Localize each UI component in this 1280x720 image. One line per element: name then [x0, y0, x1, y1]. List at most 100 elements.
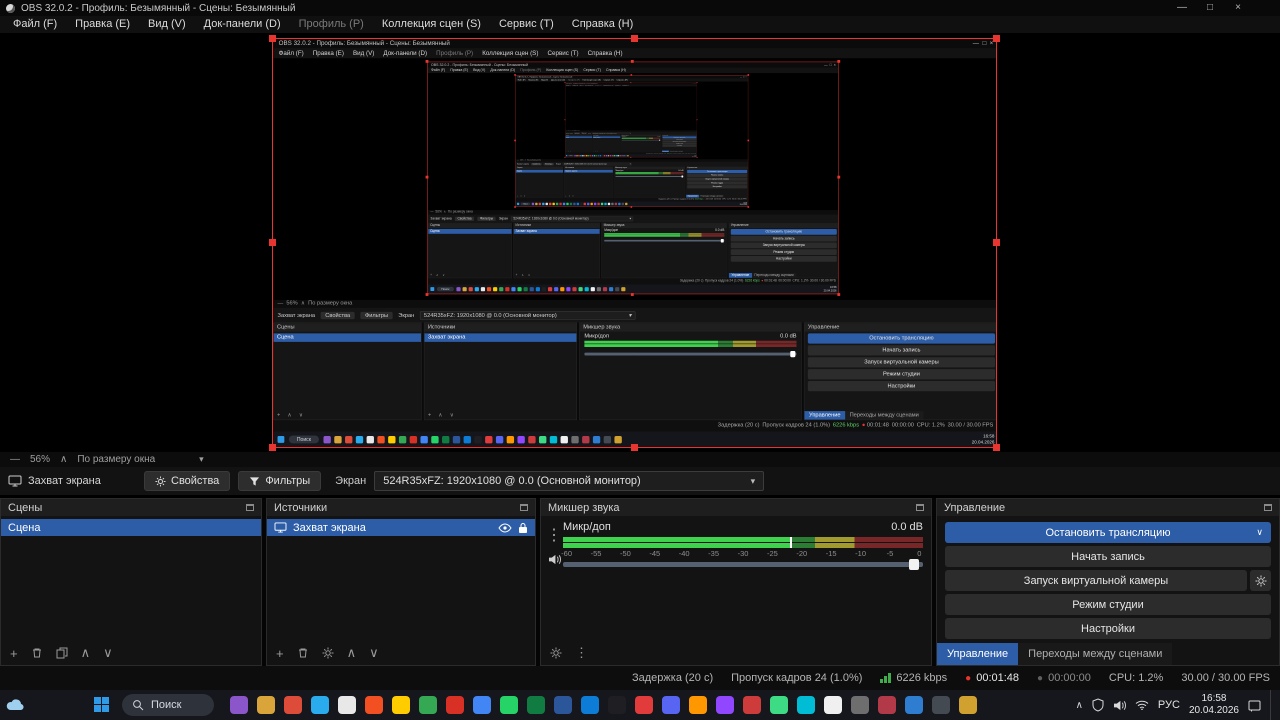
tray-overflow-chevron-icon[interactable]: ∧ — [1076, 700, 1083, 711]
add-scene-button[interactable]: + — [10, 646, 18, 661]
taskbar-app-icon[interactable] — [473, 696, 491, 714]
mixer-dock-header[interactable]: Микшер звука — [541, 499, 931, 516]
menu-tools[interactable]: Сервис (T) — [490, 16, 563, 33]
minimize-button[interactable]: — — [1168, 0, 1196, 16]
capture-region[interactable]: OBS 32.0.2 - Профиль: Безымянный - Сцены… — [427, 62, 838, 295]
dock-popup-icon[interactable] — [246, 504, 254, 511]
taskbar-app-icon[interactable] — [905, 696, 923, 714]
zoom-fit-label[interactable]: По размеру окна — [77, 454, 155, 465]
taskbar-app-icon[interactable] — [311, 696, 329, 714]
chevron-down-icon[interactable]: ∨ — [1256, 527, 1263, 538]
dock-popup-icon[interactable] — [1264, 504, 1272, 511]
move-scene-up-button[interactable]: ∧ — [81, 645, 91, 661]
menu-edit[interactable]: Правка (E) — [66, 16, 139, 33]
remove-source-button[interactable] — [297, 647, 309, 659]
duplicate-scene-button[interactable] — [56, 647, 68, 659]
menu-profile[interactable]: Профиль (P) — [290, 16, 373, 33]
settings-button[interactable]: Настройки — [945, 618, 1271, 639]
menu-scene-collection[interactable]: Коллекция сцен (S) — [373, 16, 490, 33]
zoom-chevron-icon[interactable]: ∧ — [60, 454, 67, 465]
screen-select[interactable]: 524R35xFZ: 1920x1080 @ 0.0 (Основной мон… — [374, 471, 764, 491]
menu-file[interactable]: Файл (F) — [4, 16, 66, 33]
lock-icon[interactable] — [518, 522, 528, 534]
taskbar-app-icon[interactable] — [554, 696, 572, 714]
taskbar-app-icon[interactable] — [527, 696, 545, 714]
remove-scene-button[interactable] — [31, 647, 43, 659]
move-source-down-button[interactable]: ∨ — [369, 645, 379, 661]
resize-handle[interactable] — [993, 444, 1000, 451]
resize-handle[interactable] — [631, 444, 638, 451]
taskbar-clock[interactable]: 16:58 20.04.2026 — [1189, 693, 1239, 718]
maximize-button[interactable]: □ — [1196, 0, 1224, 16]
studio-mode-button[interactable]: Режим студии — [945, 594, 1271, 615]
capture-region[interactable]: OBS 32.0.2 - Профиль: Безымянный - Сцены… — [272, 38, 997, 448]
wifi-icon[interactable] — [1135, 700, 1149, 710]
volume-icon[interactable] — [1113, 700, 1126, 711]
properties-button[interactable]: Свойства — [144, 471, 230, 491]
channel-menu-icon[interactable]: ⋮ — [546, 525, 562, 545]
capture-region[interactable]: OBS 32.0.2 - Профиль: Безымянный - Сцены… — [515, 75, 748, 207]
weather-widget-icon[interactable] — [6, 699, 24, 711]
sources-dock-header[interactable]: Источники — [267, 499, 535, 516]
taskbar-app-icon[interactable] — [959, 696, 977, 714]
dock-popup-icon[interactable] — [520, 504, 528, 511]
menu-docks[interactable]: Док-панели (D) — [195, 16, 290, 33]
taskbar-app-icon[interactable] — [851, 696, 869, 714]
add-source-button[interactable]: + — [276, 646, 284, 661]
volume-slider[interactable] — [563, 562, 923, 567]
advanced-audio-gear-icon[interactable] — [550, 647, 562, 659]
taskbar-app-icon[interactable] — [365, 696, 383, 714]
taskbar-app-icon[interactable] — [932, 696, 950, 714]
tab-scene-transitions[interactable]: Переходы между сценами — [1018, 643, 1172, 665]
volume-slider-handle[interactable] — [909, 559, 919, 570]
taskbar-app-icon[interactable] — [257, 696, 275, 714]
taskbar-app-icon[interactable] — [581, 696, 599, 714]
taskbar-app-icon[interactable] — [662, 696, 680, 714]
preview-canvas[interactable]: OBS 32.0.2 - Профиль: Безымянный - Сцены… — [0, 33, 1280, 452]
taskbar-app-icon[interactable] — [824, 696, 842, 714]
taskbar-app-icon[interactable] — [716, 696, 734, 714]
taskbar-app-icon[interactable] — [284, 696, 302, 714]
mixer-menu-icon[interactable]: ⋮ — [575, 645, 588, 661]
close-button[interactable]: × — [1224, 0, 1252, 16]
scene-list-item[interactable]: Сцена — [1, 519, 261, 536]
zoom-dropdown-icon[interactable]: ▾ — [199, 454, 204, 465]
taskbar-app-icon[interactable] — [608, 696, 626, 714]
start-recording-button[interactable]: Начать запись — [945, 546, 1271, 567]
scenes-dock-header[interactable]: Сцены — [1, 499, 261, 516]
taskbar-app-icon[interactable] — [878, 696, 896, 714]
keyboard-language[interactable]: РУС — [1158, 699, 1180, 711]
resize-handle[interactable] — [269, 444, 276, 451]
taskbar-app-icon[interactable] — [446, 696, 464, 714]
shield-icon[interactable] — [1092, 698, 1104, 712]
taskbar-app-icon[interactable] — [743, 696, 761, 714]
taskbar-app-icon[interactable] — [338, 696, 356, 714]
controls-dock-header[interactable]: Управление — [937, 499, 1279, 516]
visibility-eye-icon[interactable] — [498, 523, 512, 533]
zoom-level[interactable]: 56% — [30, 454, 50, 465]
start-button[interactable] — [94, 697, 110, 713]
action-center-icon[interactable] — [1248, 699, 1261, 712]
dock-popup-icon[interactable] — [916, 504, 924, 511]
source-list-item[interactable]: Захват экрана — [267, 519, 535, 536]
taskbar-app-icon[interactable] — [635, 696, 653, 714]
virtual-camera-button[interactable]: Запуск виртуальной камеры — [945, 570, 1247, 591]
taskbar-app-icon[interactable] — [392, 696, 410, 714]
taskbar-app-icon[interactable] — [230, 696, 248, 714]
show-desktop-button[interactable] — [1270, 690, 1274, 720]
taskbar-app-icon[interactable] — [797, 696, 815, 714]
stop-streaming-button[interactable]: Остановить трансляцию ∨ — [945, 522, 1271, 543]
virtual-camera-settings-button[interactable] — [1250, 570, 1271, 591]
menu-view[interactable]: Вид (V) — [139, 16, 195, 33]
resize-handle[interactable] — [993, 239, 1000, 246]
resize-handle[interactable] — [269, 35, 276, 42]
filters-button[interactable]: Фильтры — [238, 471, 321, 491]
source-properties-button[interactable] — [322, 647, 334, 659]
resize-handle[interactable] — [631, 35, 638, 42]
capture-region[interactable]: OBS 32.0.2 - Профиль: Безымянный - Сцены… — [565, 83, 697, 158]
move-source-up-button[interactable]: ∧ — [347, 645, 357, 661]
taskbar-app-icon[interactable] — [689, 696, 707, 714]
speaker-icon[interactable] — [548, 554, 561, 565]
taskbar-app-icon[interactable] — [500, 696, 518, 714]
resize-handle[interactable] — [269, 239, 276, 246]
